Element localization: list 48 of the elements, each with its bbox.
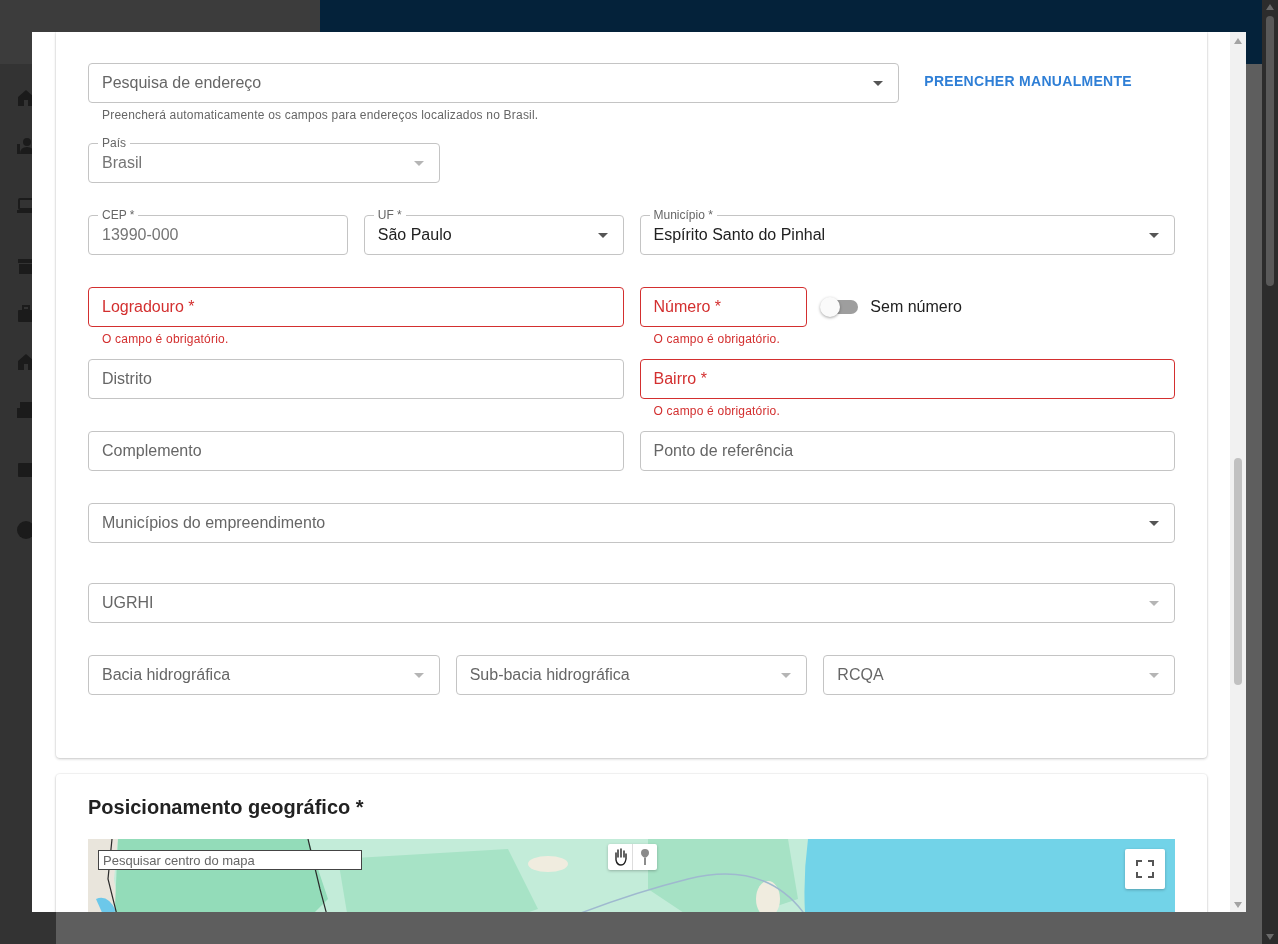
field-label: Ponto de referência [652,442,794,460]
field-label: Distrito [101,370,152,388]
scrollbar[interactable] [1230,32,1246,912]
text-field[interactable]: Distrito [88,359,624,399]
scroll-down-icon[interactable] [1266,934,1274,940]
field-value: 13990-000 [101,226,179,244]
field-label: Complemento [101,442,202,460]
select-field[interactable]: Pesquisa de endereço [88,63,900,103]
helper-text: Preencherá automaticamente os campos para endereços localizados no Brasil. [101,108,540,122]
error-message: O campo é obrigatório. [101,332,230,346]
text-field[interactable]: Número * [639,287,808,327]
select-field[interactable]: Municípios do empreendimento [88,503,1175,543]
dropdown-arrow-icon [597,233,608,238]
map-search-field[interactable]: Pesquisar centro do mapa [98,850,362,870]
text-field[interactable]: Bairro * [639,359,1175,399]
text-field[interactable]: Complemento [88,431,624,471]
text-field[interactable]: Ponto de referência [639,431,1175,471]
error-message: O campo é obrigatório. [652,332,781,346]
field-value: Espírito Santo do Pinhal [652,226,826,244]
dropdown-arrow-icon [413,161,424,166]
section-title: Posicionamento geográfico * [88,795,365,819]
text-field[interactable]: Logradouro * [88,287,624,327]
toggle-switch[interactable] [820,297,859,317]
scrollbar-thumb[interactable] [1266,16,1274,286]
scrollbar-thumb[interactable] [1234,458,1242,685]
field-label: UGRHI [101,594,154,612]
field-label: Municípios do empreendimento [101,514,326,532]
field-label: Logradouro * [101,298,195,316]
error-message: O campo é obrigatório. [652,404,781,418]
field-label: Número * [652,298,722,316]
field-label: País [98,136,130,150]
field-label: Município * [649,208,717,222]
field-label: Pesquisa de endereço [101,74,262,92]
field-label: Bacia hidrográfica [101,666,231,684]
field-value: Brasil [101,154,142,172]
field-label: Bairro * [652,370,707,388]
field-label: Sub-bacia hidrográfica [468,666,630,684]
field-label: UF * [373,208,406,222]
field-label: RCQA [836,666,884,684]
dropdown-arrow-icon [1149,233,1159,238]
field-label: CEP * [98,208,139,222]
field-value: São Paulo [376,226,452,244]
toggle-label: Sem número [870,298,962,316]
fill-manually-link[interactable]: PREENCHER MANUALMENTE [915,63,1132,89]
fullscreen-button[interactable] [1125,849,1165,889]
scroll-up-icon[interactable] [1266,4,1274,10]
fullscreen-icon [1136,860,1154,878]
scrollbar[interactable] [1262,0,1278,944]
